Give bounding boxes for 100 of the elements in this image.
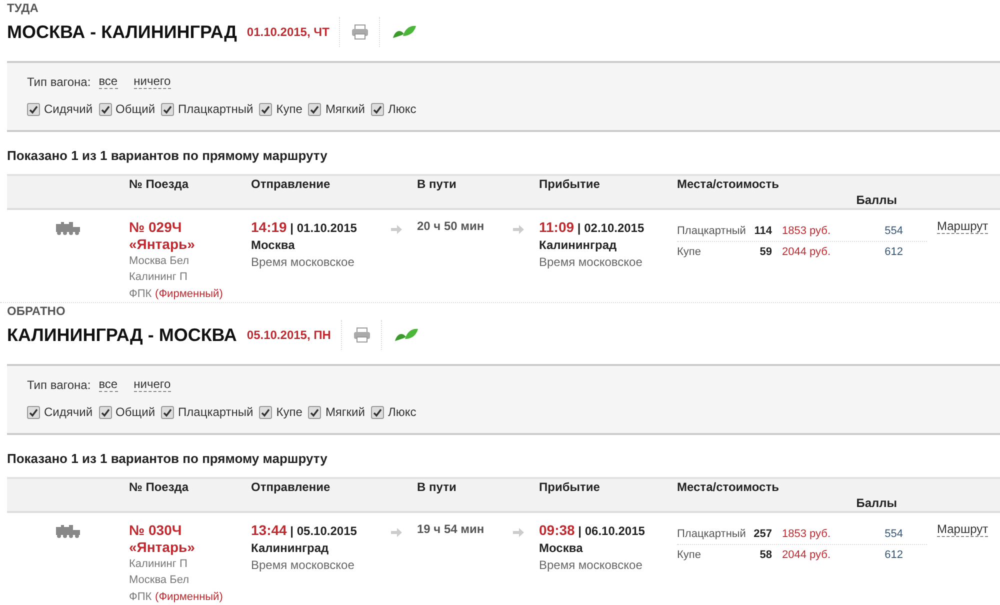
seat-count: 58 xyxy=(758,549,772,561)
timezone-note: Время московское xyxy=(539,254,642,271)
column-header: Прибытие xyxy=(539,480,601,494)
checkbox-label[interactable]: Общий xyxy=(116,102,156,116)
seat-count: 59 xyxy=(758,246,772,258)
timezone-note: Время московское xyxy=(251,557,354,574)
results-summary: Показано 1 из 1 вариантов по прямому маршруту xyxy=(6,147,328,165)
travel-duration: 19 ч 54 мин xyxy=(417,522,484,536)
arrival-station: Москва xyxy=(539,540,583,557)
checkbox-label[interactable]: Мягкий xyxy=(325,405,365,419)
departure-time: 14:19 xyxy=(251,219,287,235)
train-number[interactable]: № 030Ч xyxy=(129,522,182,539)
arrow-icon xyxy=(391,225,402,234)
checkbox-label[interactable]: Купе xyxy=(276,102,302,116)
column-header: № Поезда xyxy=(129,480,190,494)
arrival-time: 09:38 xyxy=(539,522,575,538)
filter-link[interactable]: все xyxy=(98,75,118,89)
fare-price: 2044 руб. xyxy=(781,246,832,258)
fare-price: 1853 руб. xyxy=(781,528,832,540)
departure-date: 05.10.2015 xyxy=(296,524,357,538)
checkbox-label[interactable]: Люкс xyxy=(388,405,416,419)
checkbox-label[interactable]: Люкс xyxy=(388,102,416,116)
route-title: КАЛИНИНГРАД - МОСКВА xyxy=(7,324,237,346)
leaf-icon[interactable] xyxy=(391,24,418,40)
column-header: Баллы xyxy=(856,193,897,207)
column-header: Отправление xyxy=(251,177,332,191)
arrival-date: 02.10.2015 xyxy=(584,221,644,235)
checkbox-label[interactable]: Купе xyxy=(276,405,302,419)
checkbox-label[interactable]: Сидячий xyxy=(44,102,93,116)
train-icon xyxy=(55,221,81,235)
print-icon[interactable] xyxy=(351,24,370,40)
arrival-time: 11:09 xyxy=(539,219,574,235)
checkbox[interactable] xyxy=(370,102,384,116)
route-link[interactable]: Маршрут xyxy=(937,219,988,234)
column-header: В пути xyxy=(417,480,458,494)
filter-label: Тип вагона: xyxy=(27,75,91,89)
train-category: (Фирменный) xyxy=(155,288,223,300)
timezone-note: Время московское xyxy=(539,557,642,574)
arrow-icon xyxy=(391,528,402,537)
points-value: 612 xyxy=(884,549,903,561)
checkbox[interactable] xyxy=(259,102,272,116)
separator: | xyxy=(577,221,581,235)
departure-date: 01.10.2015 xyxy=(296,221,357,235)
results-summary: Показано 1 из 1 вариантов по прямому маршруту xyxy=(6,450,328,468)
print-icon[interactable] xyxy=(352,327,371,343)
checkbox[interactable] xyxy=(98,406,112,418)
column-header: Места/стоимость xyxy=(677,177,780,191)
travel-duration: 20 ч 50 мин xyxy=(417,219,484,233)
checkbox[interactable] xyxy=(98,102,112,116)
checkbox-label[interactable]: Мягкий xyxy=(325,102,365,116)
filter-link[interactable]: ничего xyxy=(134,378,171,392)
station-name: Калининг П xyxy=(129,270,188,285)
direction-label: ТУДА xyxy=(6,0,40,15)
checkbox[interactable] xyxy=(259,406,272,418)
checkbox-label[interactable]: Общий xyxy=(116,405,156,419)
checkbox[interactable] xyxy=(161,406,174,418)
checkbox[interactable] xyxy=(370,406,384,418)
column-header: Баллы xyxy=(856,496,897,510)
fare-price: 2044 руб. xyxy=(781,549,832,561)
checkbox[interactable] xyxy=(308,406,322,418)
filter-label: Тип вагона: xyxy=(27,378,91,392)
checkbox-label[interactable]: Сидячий xyxy=(44,405,93,419)
filter-link[interactable]: ничего xyxy=(134,75,171,89)
arrival-station: Калининград xyxy=(539,237,617,254)
checkbox-label[interactable]: Плацкартный xyxy=(178,405,254,419)
train-icon xyxy=(55,524,81,538)
route-link[interactable]: Маршрут xyxy=(937,522,988,537)
leaf-icon[interactable] xyxy=(392,327,419,343)
checkbox[interactable] xyxy=(308,102,322,116)
separator: | xyxy=(578,524,582,538)
station-name: Калининг П xyxy=(129,557,188,572)
carrier-name: ФПК xyxy=(129,591,152,603)
column-header: Места/стоимость xyxy=(677,480,780,494)
checkbox[interactable] xyxy=(161,102,174,116)
car-class: Плацкартный xyxy=(677,225,747,237)
points-value: 612 xyxy=(884,246,903,258)
checkbox[interactable] xyxy=(27,102,40,116)
checkbox[interactable] xyxy=(27,406,40,418)
filter-link[interactable]: все xyxy=(98,378,118,392)
departure-station: Калининград xyxy=(251,540,329,557)
column-header: Прибытие xyxy=(539,177,601,191)
carrier-name: ФПК xyxy=(129,288,152,300)
separator: | xyxy=(290,221,294,235)
train-name: «Янтарь» xyxy=(129,539,195,556)
trip-date: 01.10.2015, ЧТ xyxy=(246,25,330,39)
station-name: Москва Бел xyxy=(129,254,190,269)
arrow-icon xyxy=(513,528,524,537)
timezone-note: Время московское xyxy=(251,254,354,271)
separator: | xyxy=(290,524,294,538)
points-value: 554 xyxy=(884,528,903,540)
arrow-icon xyxy=(513,225,524,234)
train-number[interactable]: № 029Ч xyxy=(129,219,182,236)
station-name: Москва Бел xyxy=(129,573,190,588)
fare-price: 1853 руб. xyxy=(781,225,832,237)
departure-time: 13:44 xyxy=(251,522,287,538)
column-header: Отправление xyxy=(251,480,332,494)
column-header: № Поезда xyxy=(129,177,190,191)
trip-date: 05.10.2015, ПН xyxy=(246,328,331,342)
direction-label: ОБРАТНО xyxy=(6,303,66,318)
checkbox-label[interactable]: Плацкартный xyxy=(178,102,254,116)
